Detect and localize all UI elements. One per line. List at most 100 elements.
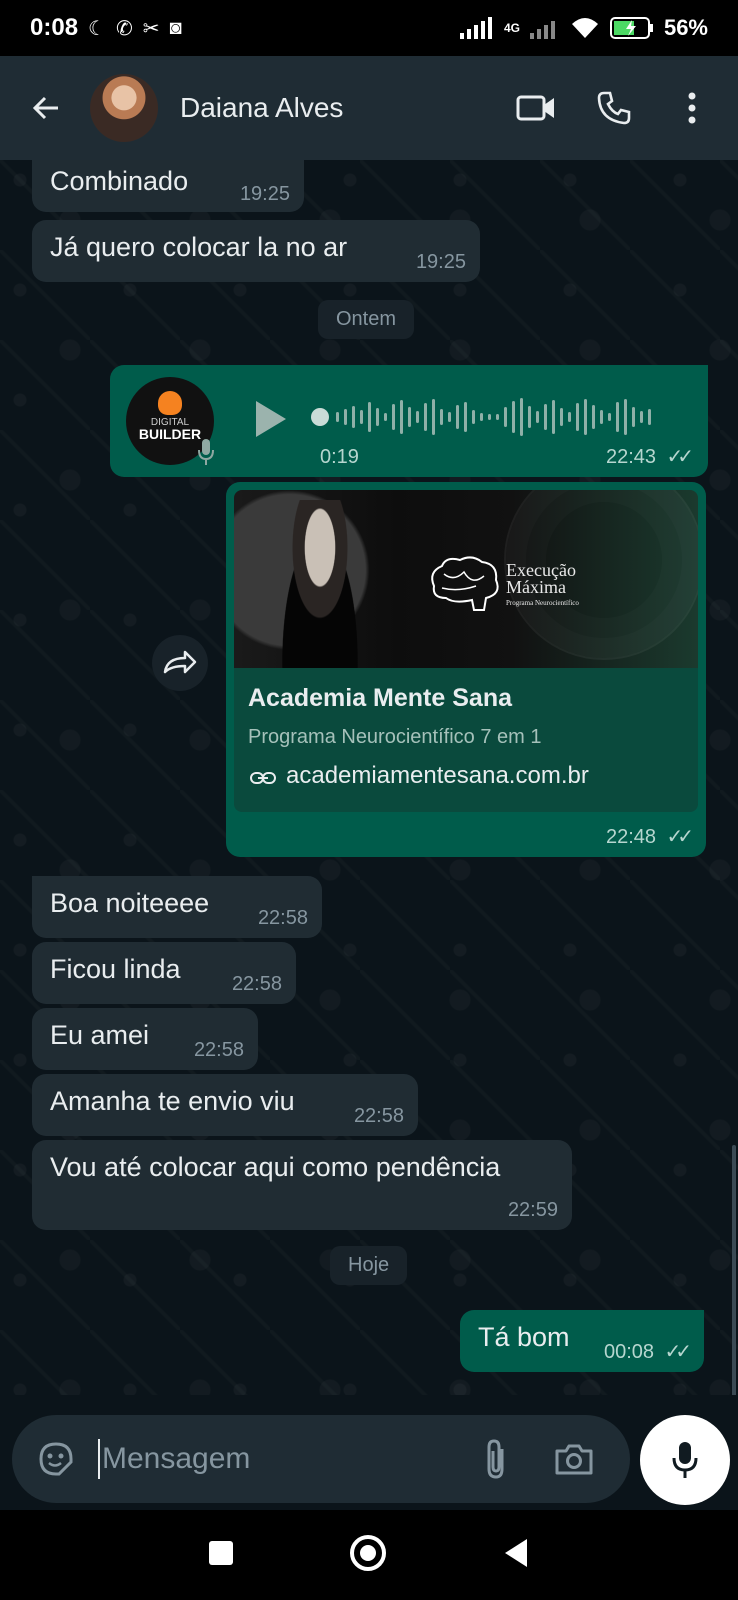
audio-message[interactable]: DIGITAL BUILDER 0:19 22:43 ✓✓ [110, 365, 708, 477]
message-text: Já quero colocar la no ar [50, 232, 348, 262]
waveform-bar [560, 408, 563, 426]
message-incoming[interactable]: Amanha te envio viu 22:58 [32, 1074, 418, 1136]
waveform-bar [352, 406, 355, 428]
waveform-bar [416, 411, 419, 423]
message-text: Vou até colocar aqui como pendência [50, 1152, 501, 1182]
message-text: Tá bom [478, 1322, 570, 1352]
message-incoming[interactable]: Vou até colocar aqui como pendência 22:5… [32, 1140, 572, 1230]
waveform-bar [576, 403, 579, 431]
emoji-button[interactable] [30, 1433, 82, 1485]
play-button[interactable] [250, 397, 294, 441]
message-time: 00:08 [603, 1341, 655, 1363]
contact-name[interactable]: Daiana Alves [180, 92, 343, 124]
signal-2-icon [529, 21, 555, 39]
message-incoming[interactable]: Boa noiteeee 22:58 [32, 876, 322, 938]
signal-icon [459, 17, 492, 39]
link-title: Academia Mente Sana [248, 684, 512, 712]
waveform-bar [592, 405, 595, 429]
waveform-bar [384, 413, 387, 421]
waveform-bar [640, 411, 643, 423]
waveform-bar [632, 407, 635, 427]
waveform-bar [488, 414, 491, 420]
waveform-bar [544, 404, 547, 430]
battery-icon [609, 17, 653, 39]
date-separator: Hoje [330, 1246, 408, 1285]
microphone-icon [672, 1442, 698, 1478]
camera-button[interactable] [548, 1433, 600, 1485]
waveform-bar [536, 411, 539, 423]
status-time: 0:08 [30, 14, 79, 41]
microphone-icon [198, 439, 214, 465]
audio-scrubber[interactable] [311, 408, 329, 426]
voice-record-button[interactable] [640, 1415, 730, 1505]
message-time: 22:58 [257, 907, 308, 929]
scissors-icon: ✂ [142, 17, 160, 40]
message-text: Eu amei [50, 1020, 150, 1050]
message-time: 22:58 [353, 1105, 404, 1127]
waveform-bar [480, 413, 483, 421]
audio-duration: 0:19 [320, 446, 359, 468]
contact-avatar[interactable] [90, 74, 158, 142]
waveform-bar [528, 406, 531, 428]
video-call-button[interactable] [508, 80, 564, 136]
system-nav-bar [0, 1510, 738, 1600]
waveform-bar [600, 410, 603, 424]
waveform-bar [408, 407, 411, 427]
waveform-bar [584, 399, 587, 435]
recents-button[interactable] [207, 1539, 235, 1572]
message-time: 22:43 [605, 446, 657, 468]
chat-area[interactable]: Combinado 19:25 Já quero colocar la no a… [0, 160, 738, 1395]
double-check-icon: ✓✓ [664, 1341, 691, 1363]
date-separator: Ontem [318, 300, 415, 339]
double-check-icon: ✓✓ [666, 826, 693, 848]
waveform-bar [648, 409, 651, 425]
waveform-bar [400, 400, 403, 434]
notification-icon: ◙ [169, 16, 182, 39]
message-composer[interactable]: Mensagem [12, 1415, 630, 1503]
wifi-icon [571, 18, 598, 38]
waveform-bar [424, 403, 427, 431]
link-message[interactable]: Execução Máxima Programa Neurocientífico… [226, 482, 706, 857]
square-icon [208, 1540, 233, 1565]
menu-button[interactable] [664, 80, 720, 136]
message-outgoing[interactable]: Tá bom 00:08 ✓✓ [460, 1310, 704, 1372]
scrollbar[interactable] [732, 1145, 736, 1395]
forward-arrow-icon [163, 650, 197, 674]
message-text: Boa noiteeee [50, 888, 210, 918]
waveform-bar [440, 409, 443, 425]
waveform-bar [512, 401, 515, 433]
waveform-bar [336, 412, 339, 422]
home-button[interactable] [348, 1533, 388, 1578]
back-button[interactable] [18, 80, 74, 136]
battery-percent: 56% [663, 15, 708, 40]
double-check-icon: ✓✓ [666, 446, 693, 468]
video-camera-icon [516, 95, 554, 121]
message-incoming[interactable]: Já quero colocar la no ar 19:25 [32, 220, 480, 282]
link-description: Programa Neurocientífico 7 em 1 [248, 726, 542, 748]
whatsapp-icon: ✆ [115, 17, 133, 40]
message-text: Combinado [50, 166, 189, 196]
link-url[interactable]: academiamentesana.com.br [286, 762, 589, 790]
back-nav-button[interactable] [501, 1537, 531, 1574]
message-incoming[interactable]: Ficou linda 22:58 [32, 942, 296, 1004]
banner-brain-shape [504, 490, 698, 660]
message-incoming[interactable]: Eu amei 22:58 [32, 1008, 258, 1070]
waveform-bar [344, 409, 347, 425]
waveform-bar [360, 410, 363, 424]
message-input[interactable]: Mensagem [98, 1439, 250, 1479]
chat-header: Daiana Alves [0, 56, 738, 160]
waveform-bar [568, 412, 571, 422]
camera-icon [555, 1444, 593, 1475]
message-time: 19:25 [239, 183, 290, 205]
attach-button[interactable] [470, 1433, 522, 1485]
forward-button[interactable] [152, 635, 208, 691]
message-time: 22:59 [507, 1199, 558, 1221]
waveform-bar [368, 402, 371, 432]
link-preview-image[interactable]: Execução Máxima Programa Neurocientífico [234, 490, 698, 668]
waveform-bar [616, 402, 619, 432]
message-incoming[interactable]: Combinado 19:25 [32, 160, 304, 212]
message-time: 22:58 [193, 1039, 244, 1061]
voice-call-button[interactable] [586, 80, 642, 136]
link-preview-card[interactable]: Academia Mente Sana Programa Neurocientí… [234, 668, 698, 812]
audio-waveform[interactable] [310, 395, 660, 439]
